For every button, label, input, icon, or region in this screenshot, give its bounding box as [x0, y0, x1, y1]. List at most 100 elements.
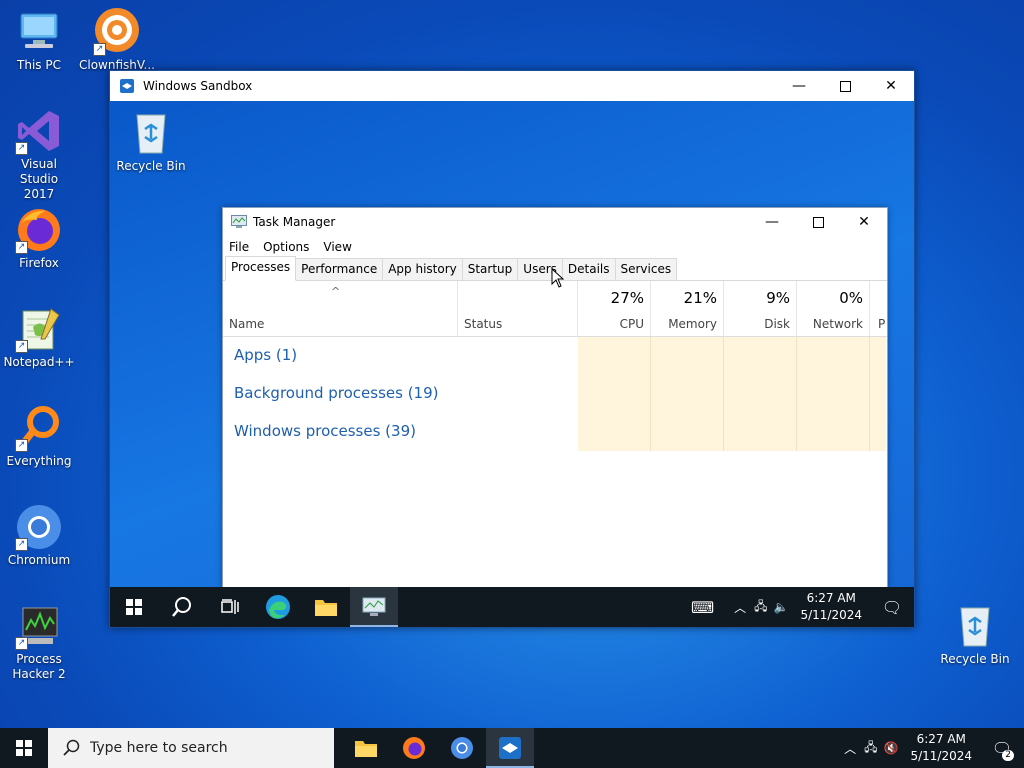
desktop-icon-firefox[interactable]: ↗ Firefox: [0, 206, 78, 271]
desktop-icon-clownfish[interactable]: ↗ ClownfishV...: [78, 8, 156, 73]
chromium-taskbar-button[interactable]: [438, 728, 486, 768]
col-disk[interactable]: 9% Disk: [724, 281, 797, 336]
everything-icon: ↗: [15, 404, 63, 452]
tm-minimize-button[interactable]: —: [749, 208, 795, 236]
action-center-button[interactable]: 🗨 2: [980, 728, 1024, 768]
start-button[interactable]: [0, 728, 48, 768]
sandbox-clock[interactable]: 6:27 AM 5/11/2024: [792, 590, 870, 624]
sandbox-titlebar[interactable]: Windows Sandbox — ✕: [110, 71, 914, 101]
desktop-icon-this-pc[interactable]: This PC: [0, 8, 78, 73]
group-apps[interactable]: Apps (1): [223, 337, 887, 375]
network-icon[interactable]: 🖧: [864, 738, 877, 759]
task-manager-icon: [362, 597, 386, 616]
sandbox-edge-button[interactable]: [254, 587, 302, 627]
minimize-icon: —: [765, 214, 779, 230]
shortcut-arrow-icon: ↗: [15, 637, 28, 650]
tab-performance[interactable]: Performance: [295, 258, 384, 280]
desktop-icon-label: Recycle Bin: [116, 159, 186, 173]
sandbox-app-icon: [120, 79, 134, 93]
sandbox-start-button[interactable]: [110, 587, 158, 627]
desktop-icon-label: This PC: [17, 58, 61, 72]
tm-maximize-button[interactable]: [795, 208, 841, 236]
sandbox-taskbar: ⌨ ︿ 🖧 🔈 6:27 AM 5/11/2024 🗨: [110, 587, 914, 627]
sandbox-maximize-button[interactable]: [822, 71, 868, 101]
task-manager-window[interactable]: Task Manager — ✕ File Options View Proce…: [222, 207, 888, 587]
host-system-tray: ︿ 🖧 🔇 6:27 AM 5/11/2024 🗨 2: [844, 728, 1024, 768]
sandbox-close-button[interactable]: ✕: [868, 71, 914, 101]
group-label: Background processes (19): [234, 384, 439, 402]
shortcut-arrow-icon: ↗: [15, 241, 28, 254]
process-hacker-icon: ↗: [15, 602, 63, 650]
shortcut-arrow-icon: ↗: [15, 142, 28, 155]
col-memory-label: Memory: [668, 317, 717, 331]
sandbox-task-view-button[interactable]: [206, 587, 254, 627]
volume-icon[interactable]: 🔈: [774, 600, 789, 614]
tab-details[interactable]: Details: [561, 258, 616, 280]
col-name-label: Name: [229, 317, 265, 331]
menu-options[interactable]: Options: [263, 240, 309, 254]
sandbox-recycle-bin[interactable]: Recycle Bin: [112, 109, 190, 174]
process-list: Apps (1) Background processes (19) Windo…: [223, 337, 887, 451]
group-background-processes[interactable]: Background processes (19): [223, 375, 887, 413]
sandbox-app-icon: [499, 737, 521, 759]
clock-time: 6:27 AM: [806, 591, 856, 605]
col-cpu-label: CPU: [619, 317, 644, 331]
col-power[interactable]: P: [870, 281, 886, 336]
chromium-icon: [451, 737, 473, 759]
sandbox-window[interactable]: Windows Sandbox — ✕ Recycle Bin Task Man…: [109, 70, 915, 628]
desktop-icon-recycle-bin[interactable]: Recycle Bin: [936, 602, 1014, 667]
group-windows-processes[interactable]: Windows processes (39): [223, 413, 887, 451]
desktop-icon-chromium[interactable]: ↗ Chromium: [0, 503, 78, 568]
desktop-icon-visual-studio[interactable]: ↗ Visual Studio 2017: [0, 107, 78, 202]
task-view-icon: [221, 599, 239, 614]
volume-muted-icon[interactable]: 🔇: [884, 741, 899, 755]
firefox-taskbar-button[interactable]: [390, 728, 438, 768]
tab-startup[interactable]: Startup: [461, 258, 519, 280]
col-status[interactable]: Status: [458, 281, 578, 336]
tab-app-history[interactable]: App history: [382, 258, 463, 280]
shortcut-arrow-icon: ↗: [15, 538, 28, 551]
sandbox-task-manager-taskbar-button[interactable]: [350, 587, 398, 627]
chevron-up-icon[interactable]: ︿: [734, 599, 746, 616]
col-memory[interactable]: 21% Memory: [651, 281, 724, 336]
keyboard-icon[interactable]: ⌨: [691, 598, 714, 617]
menu-file[interactable]: File: [229, 240, 249, 254]
col-network[interactable]: 0% Network: [797, 281, 870, 336]
chevron-up-icon[interactable]: ︿: [844, 740, 856, 757]
shortcut-arrow-icon: ↗: [93, 43, 106, 56]
sandbox-title: Windows Sandbox: [143, 79, 253, 93]
desktop-icon-notepadpp[interactable]: ↗ Notepad++: [0, 305, 78, 370]
col-cpu[interactable]: 27% CPU: [578, 281, 651, 336]
sandbox-minimize-button[interactable]: —: [776, 71, 822, 101]
menu-view[interactable]: View: [323, 240, 351, 254]
tab-services[interactable]: Services: [614, 258, 678, 280]
tm-close-button[interactable]: ✕: [841, 208, 887, 236]
visual-studio-icon: ↗: [15, 107, 63, 155]
mouse-cursor-icon: [551, 268, 565, 288]
network-icon[interactable]: 🖧: [754, 597, 767, 618]
notification-icon[interactable]: 🗨: [870, 598, 914, 617]
windows-logo-icon: [16, 740, 32, 756]
desktop-icon-label: Everything: [6, 454, 72, 468]
host-clock[interactable]: 6:27 AM 5/11/2024: [902, 731, 980, 765]
desktop-icon-label: Visual Studio 2017: [19, 157, 59, 201]
tab-processes[interactable]: Processes: [225, 256, 297, 281]
sandbox-search-button[interactable]: [158, 587, 206, 627]
maximize-icon: [839, 80, 851, 92]
col-disk-label: Disk: [764, 317, 790, 331]
desktop-icon-process-hacker[interactable]: ↗ Process Hacker 2: [0, 602, 78, 682]
sandbox-taskbar-button[interactable]: [486, 728, 534, 768]
firefox-icon: [403, 737, 425, 759]
taskbar-search-box[interactable]: Type here to search: [48, 728, 334, 768]
recycle-bin-icon: [951, 602, 999, 650]
sandbox-file-explorer-button[interactable]: [302, 587, 350, 627]
file-explorer-button[interactable]: [342, 728, 390, 768]
maximize-icon: [812, 216, 824, 228]
disk-percent: 9%: [766, 289, 790, 307]
desktop-icon-everything[interactable]: ↗ Everything: [0, 404, 78, 469]
search-icon: [172, 597, 191, 617]
col-name[interactable]: ^ Name: [223, 281, 458, 336]
desktop-icon-label: Chromium: [7, 553, 71, 567]
desktop-icon-label: Recycle Bin: [940, 652, 1010, 666]
task-manager-titlebar[interactable]: Task Manager — ✕: [223, 208, 887, 236]
